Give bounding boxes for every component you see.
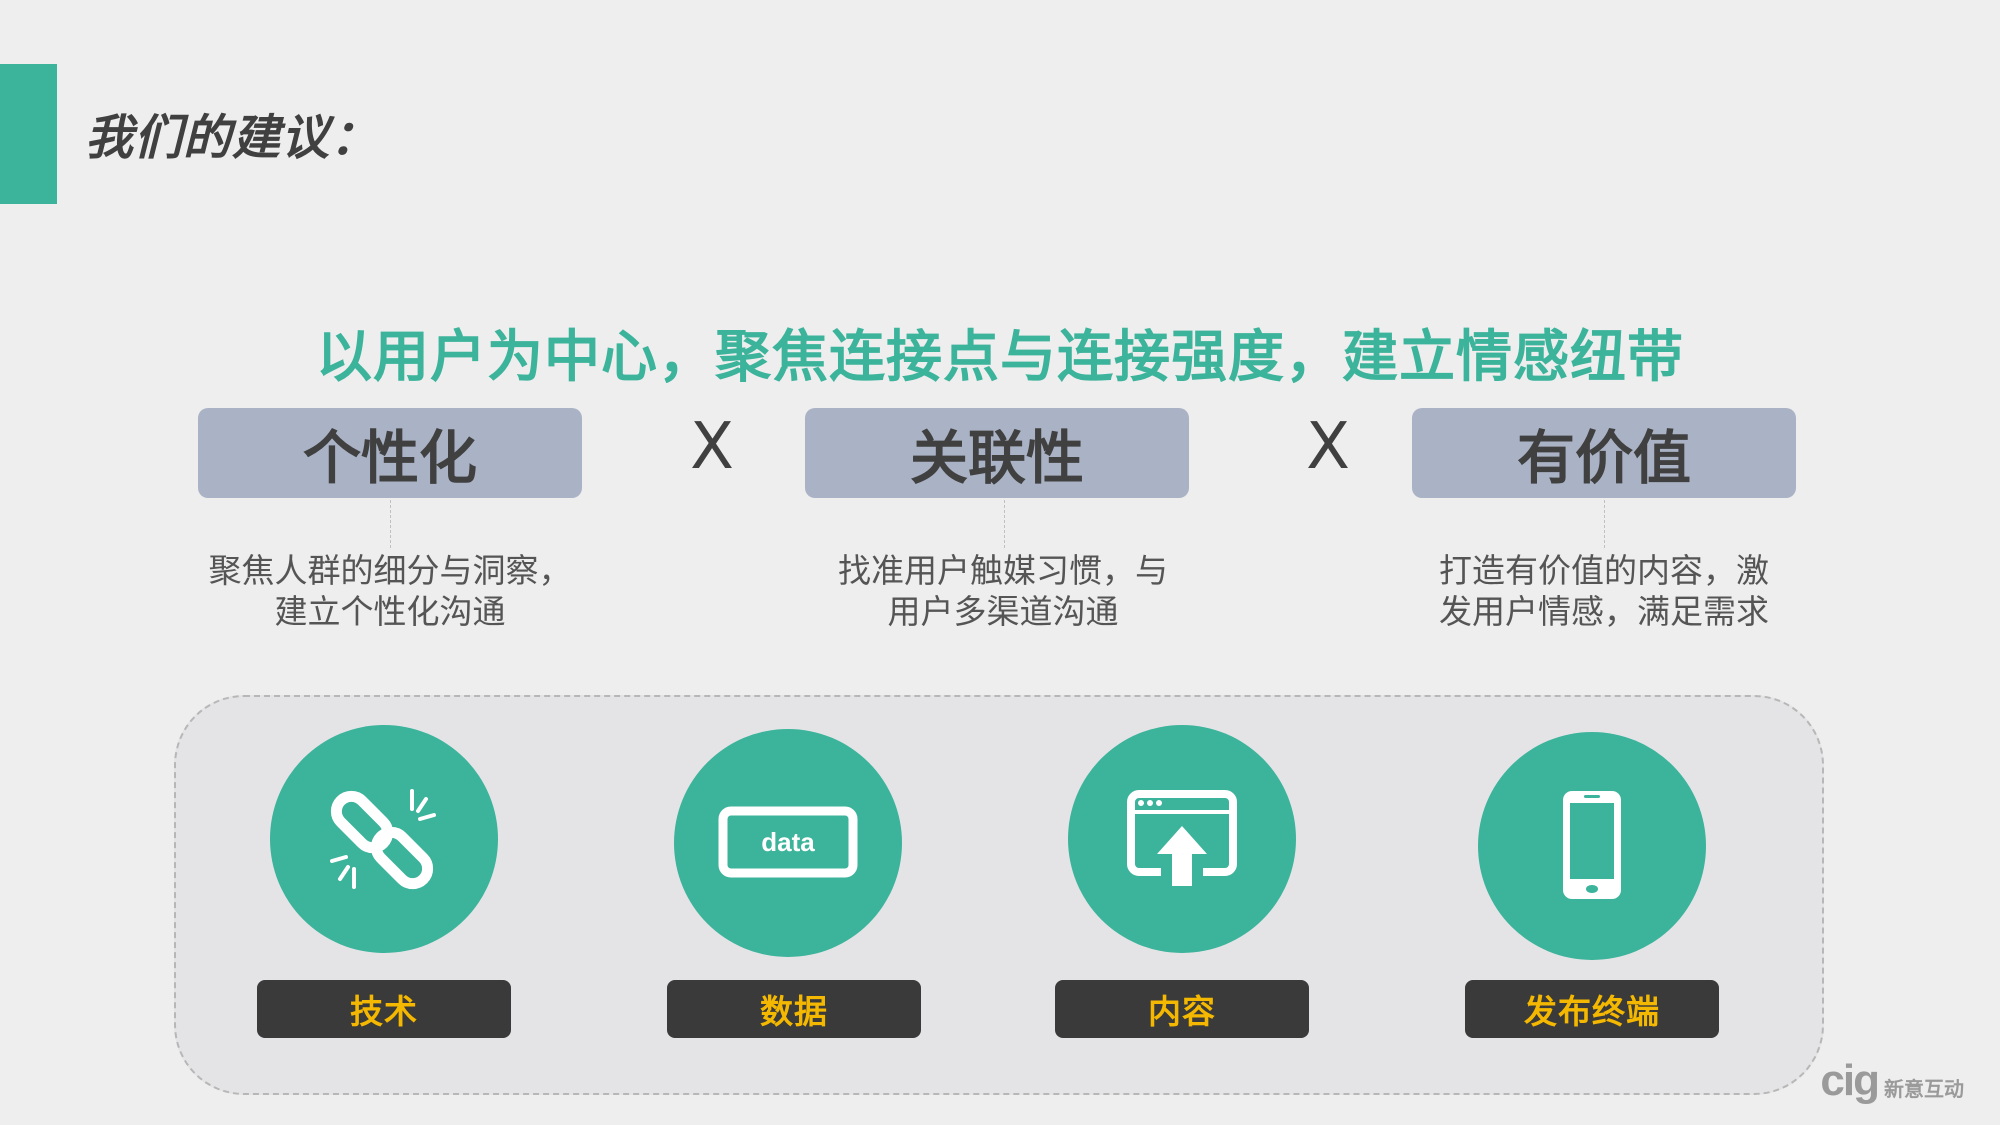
upload-window-icon xyxy=(1127,790,1237,886)
feature-label-technology: 技术 xyxy=(257,980,511,1038)
connector-line xyxy=(1604,500,1605,548)
slide: 我们的建议： 以用户为中心，聚焦连接点与连接强度，建立情感纽带 个性化 X 关联… xyxy=(0,0,2000,1125)
feature-label-content: 内容 xyxy=(1055,980,1309,1038)
pillar-description: 打造有价值的内容，激 发用户情感，满足需求 xyxy=(1404,550,1804,632)
page-title: 我们的建议： xyxy=(85,110,380,166)
headline: 以用户为中心，聚焦连接点与连接强度，建立情感纽带 xyxy=(316,325,1684,390)
feature-circle-content xyxy=(1068,725,1296,953)
description-line: 找准用户触媒习惯，与 xyxy=(838,551,1168,590)
logo-mark: cig xyxy=(1820,1056,1880,1105)
feature-circle-terminal xyxy=(1478,732,1706,960)
feature-label-terminal: 发布终端 xyxy=(1465,980,1719,1038)
accent-bar xyxy=(0,64,57,204)
multiply-sign-1: X xyxy=(690,410,734,484)
logo-text: 新意互动 xyxy=(1884,1077,1964,1101)
feature-circle-technology xyxy=(270,725,498,953)
description-line: 发用户情感，满足需求 xyxy=(1439,592,1769,631)
pillar-value: 有价值 xyxy=(1412,408,1796,498)
connector-line xyxy=(390,500,391,548)
data-screen-icon: data xyxy=(718,806,858,878)
connector-line xyxy=(1004,500,1005,548)
pillar-description: 聚焦人群的细分与洞察， 建立个性化沟通 xyxy=(190,550,590,632)
description-line: 打造有价值的内容，激 xyxy=(1439,551,1769,590)
description-line: 用户多渠道沟通 xyxy=(887,592,1119,631)
pillar-relevance: 关联性 xyxy=(805,408,1189,498)
company-logo: cig 新意互动 xyxy=(1820,1059,1964,1103)
feature-label-data: 数据 xyxy=(667,980,921,1038)
broken-link-icon xyxy=(330,789,436,890)
multiply-sign-2: X xyxy=(1306,410,1350,484)
smartphone-icon xyxy=(1563,791,1621,899)
feature-circle-data: data xyxy=(674,729,902,957)
pillar-personalization: 个性化 xyxy=(198,408,582,498)
data-screen-text: data xyxy=(761,827,815,857)
description-line: 聚焦人群的细分与洞察， xyxy=(208,551,572,590)
description-line: 建立个性化沟通 xyxy=(274,592,506,631)
pillar-description: 找准用户触媒习惯，与 用户多渠道沟通 xyxy=(803,550,1203,632)
